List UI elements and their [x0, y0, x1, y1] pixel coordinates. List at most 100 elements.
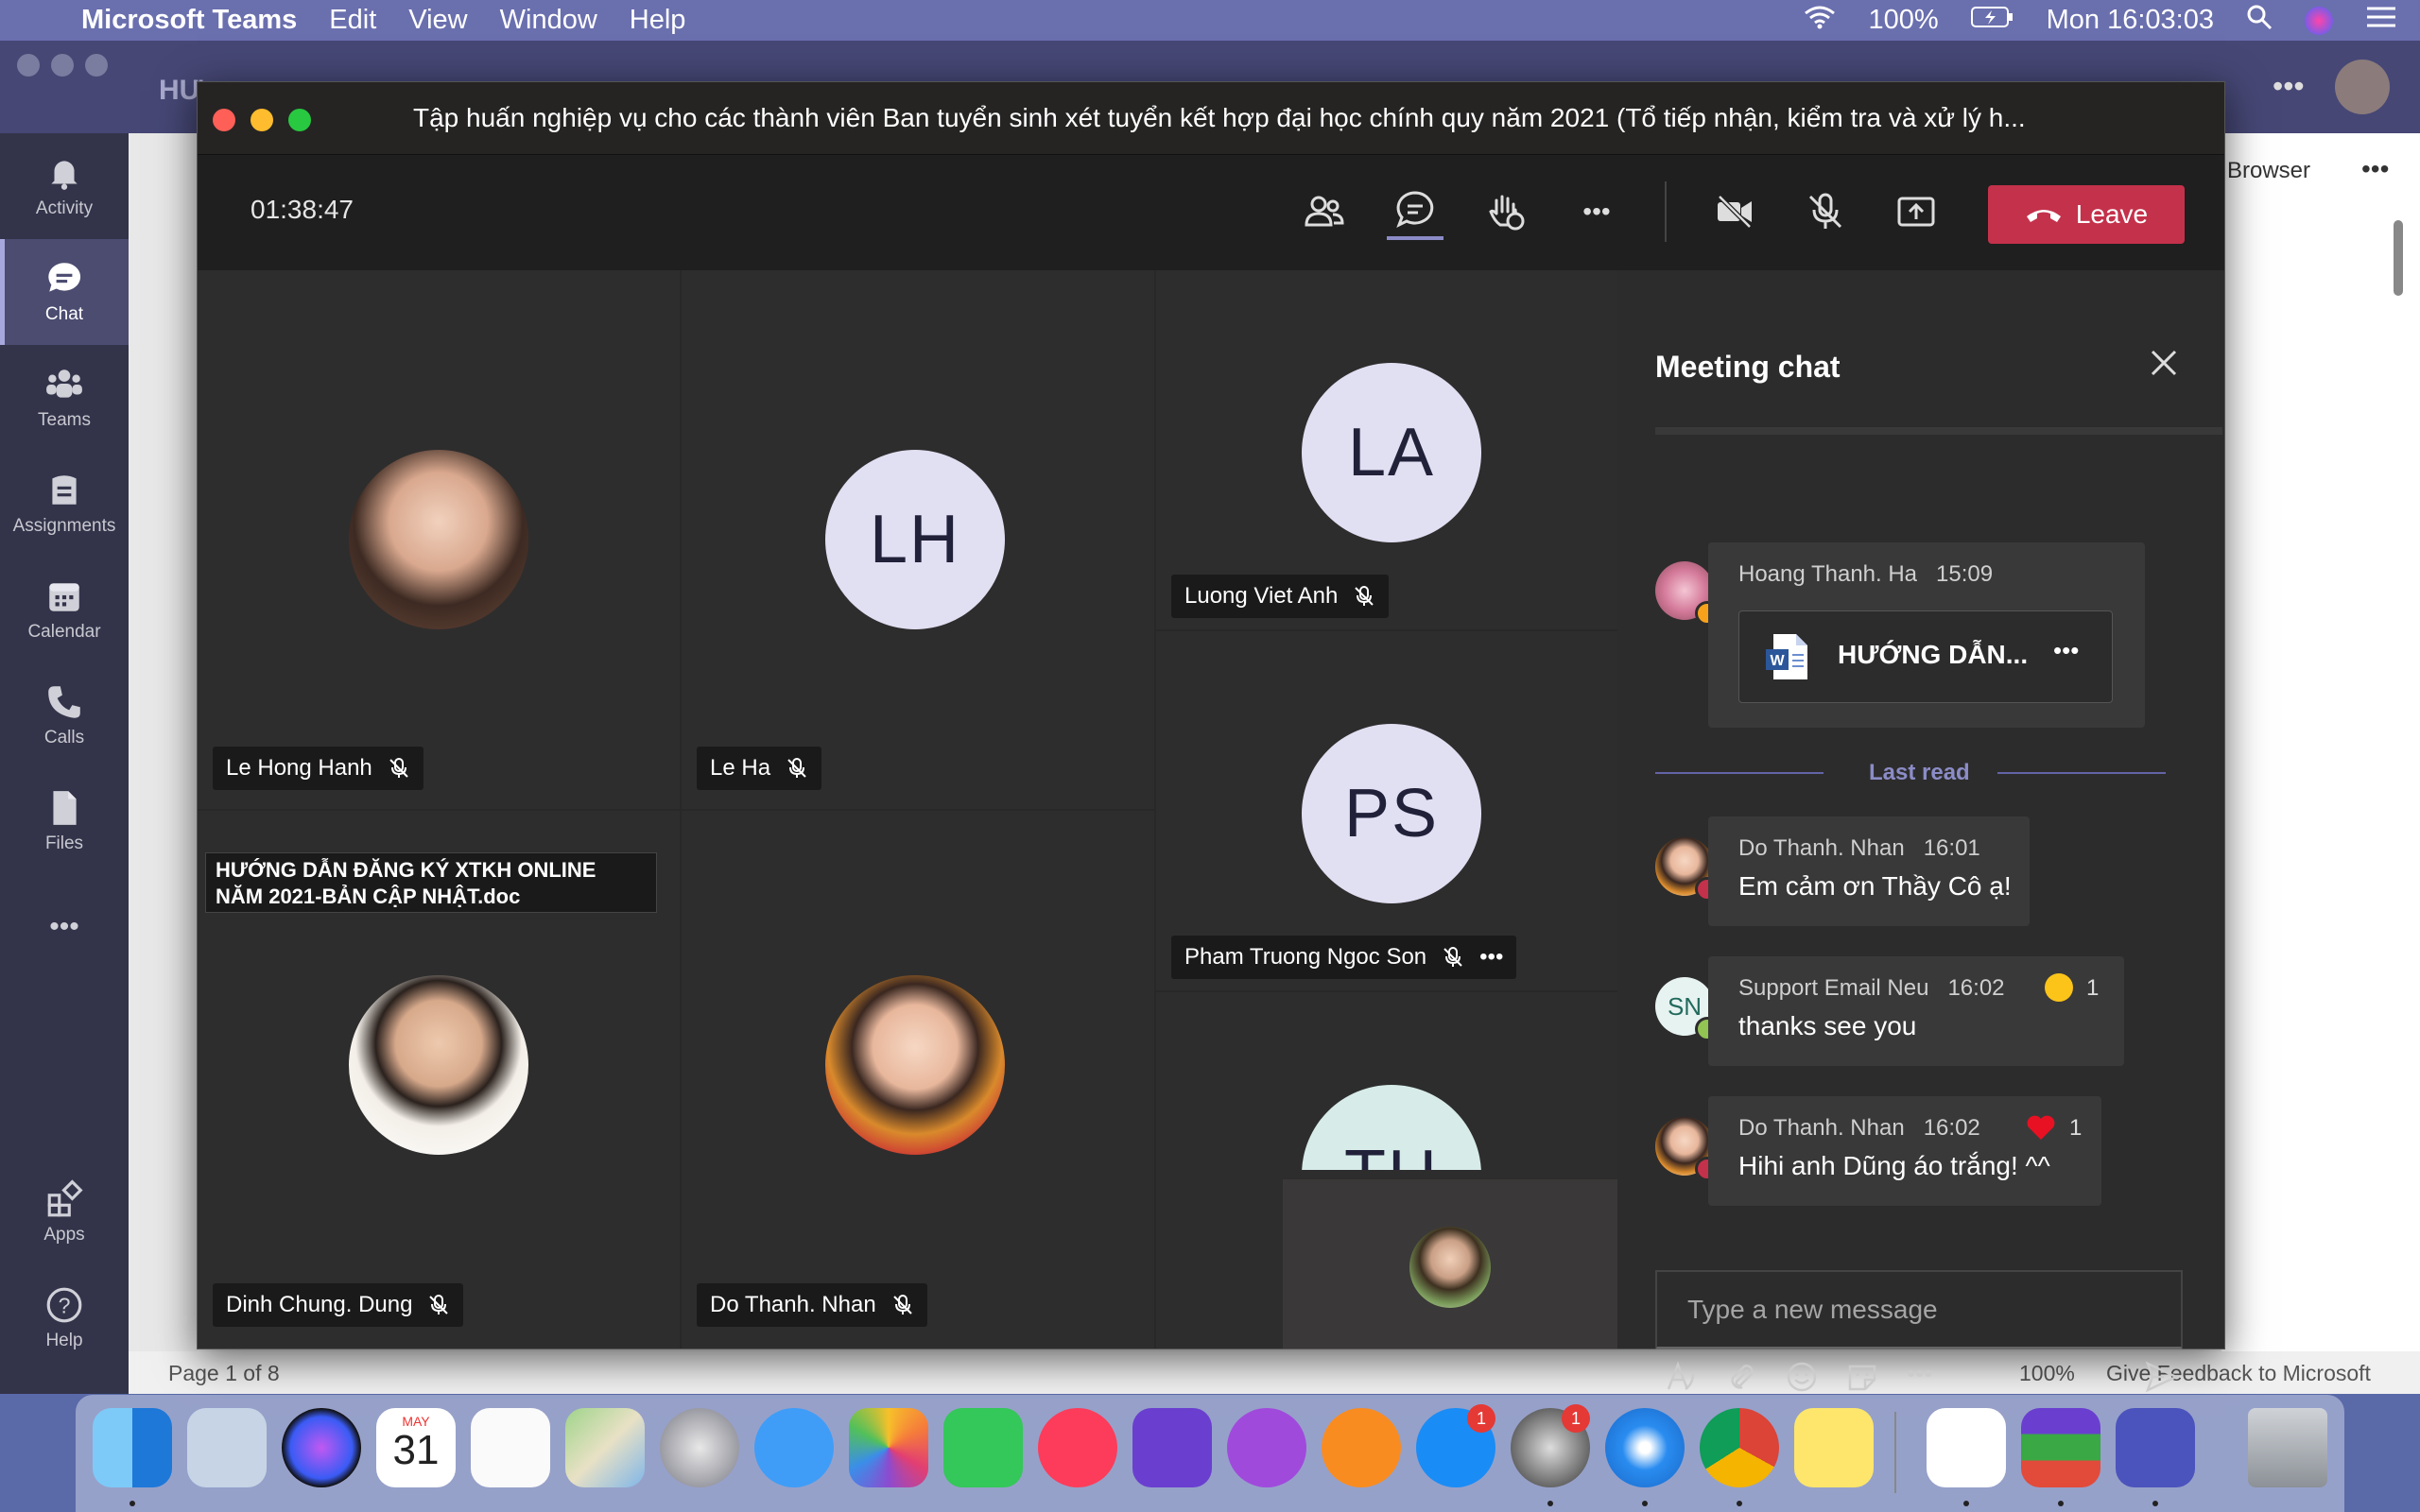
menu-help[interactable]: Help [630, 5, 686, 36]
compose-box[interactable]: Type a new message [1655, 1270, 2183, 1349]
chat-toggle-button[interactable] [1387, 183, 1443, 240]
sticker-icon[interactable] [1846, 1361, 1878, 1393]
rail-item-assignments[interactable]: Assignments [0, 451, 129, 557]
shared-doc-caption[interactable]: HƯỚNG DẪN ĐĂNG KÝ XTKH ONLINE NĂM 2021-B… [205, 852, 657, 913]
chat-message[interactable]: Support Email Neu 16:02 thanks see you 1 [1708, 956, 2124, 1066]
window-close-dot[interactable] [17, 54, 40, 77]
participant-tile[interactable]: HƯỚNG DẪN ĐĂNG KÝ XTKH ONLINE NĂM 2021-B… [198, 811, 680, 1349]
word-icon[interactable] [1927, 1408, 2006, 1487]
participant-tile[interactable]: LA Luong Viet Anh [1156, 270, 1617, 629]
compose-more-icon[interactable]: ••• [1907, 1359, 1932, 1388]
siri-app-icon[interactable] [282, 1408, 361, 1487]
more-actions-button[interactable]: ••• [1568, 183, 1625, 240]
meeting-minimize-dot[interactable] [251, 109, 273, 131]
scrollbar-thumb[interactable] [2394, 220, 2403, 296]
camera-toggle-button[interactable] [1706, 183, 1763, 240]
rail-item-calls[interactable]: Calls [0, 662, 129, 768]
chat-icon [48, 263, 81, 292]
participant-tile[interactable]: Le Hong Hanh [198, 270, 680, 809]
siri-icon[interactable] [2305, 6, 2333, 35]
menu-window[interactable]: Window [500, 5, 597, 36]
menu-view[interactable]: View [408, 5, 467, 36]
rail-item-files[interactable]: Files [0, 768, 129, 874]
rail-item-chat[interactable]: Chat [0, 239, 129, 345]
facetime-icon[interactable] [943, 1408, 1023, 1487]
meeting-close-dot[interactable] [213, 109, 235, 131]
window-zoom-dot[interactable] [85, 54, 108, 77]
chat-title: Meeting chat [1655, 350, 1841, 384]
rail-item-activity[interactable]: Activity [0, 133, 129, 239]
rail-item-calendar[interactable]: Calendar [0, 557, 129, 662]
attach-icon[interactable] [1725, 1361, 1757, 1393]
heart-reaction-icon[interactable] [2026, 1113, 2056, 1142]
notes-icon[interactable] [1794, 1408, 1874, 1487]
messages-icon[interactable] [754, 1408, 834, 1487]
participant-nametag: Luong Viet Anh [1171, 575, 1390, 618]
file-attachment-card[interactable]: W HƯỚNG DẪN... ••• [1738, 610, 2113, 703]
books-icon[interactable] [1322, 1408, 1401, 1487]
music-icon[interactable] [1038, 1408, 1117, 1487]
calendar-app-icon[interactable]: MAY 31 [376, 1408, 456, 1487]
spotlight-search-icon[interactable] [2246, 4, 2273, 38]
chat-message[interactable]: Hoang Thanh. Ha 15:09 W HƯỚNG DẪN... ••• [1708, 542, 2145, 728]
participant-tile[interactable]: TH [1156, 992, 1617, 1349]
chrome-icon[interactable] [1700, 1408, 1779, 1487]
leave-button[interactable]: Leave [1988, 185, 2185, 244]
teams-app-icon[interactable] [2116, 1408, 2195, 1487]
menu-app-name[interactable]: Microsoft Teams [81, 5, 297, 36]
imovie-icon[interactable] [1132, 1408, 1212, 1487]
participant-tile[interactable]: LH Le Ha [682, 270, 1154, 809]
format-icon[interactable] [1665, 1361, 1697, 1393]
message-sender: Support Email Neu 16:02 [1738, 975, 2005, 1001]
doc-more-icon[interactable]: ••• [2361, 154, 2389, 184]
self-view[interactable] [1283, 1179, 1617, 1349]
rail-item-teams[interactable]: Teams [0, 345, 129, 451]
participant-nametag: Dinh Chung. Dung [213, 1283, 464, 1327]
browser-label[interactable]: Browser [2227, 158, 2310, 184]
running-indicator [1963, 1501, 1969, 1506]
participant-more-icon[interactable]: ••• [1479, 944, 1503, 971]
mic-toggle-button[interactable] [1797, 183, 1854, 240]
share-screen-button[interactable] [1888, 183, 1945, 240]
photos-icon[interactable] [849, 1408, 928, 1487]
app-store-badge: 1 [1467, 1404, 1495, 1433]
meeting-zoom-dot[interactable] [288, 109, 311, 131]
file-more-icon[interactable]: ••• [2053, 636, 2079, 665]
chat-header-divider [1655, 427, 2222, 435]
camera-off-icon [1718, 195, 1752, 229]
chat-close-button[interactable] [2149, 348, 2179, 383]
raise-hand-button[interactable] [1478, 183, 1534, 240]
teams-more-icon[interactable]: ••• [2273, 69, 2305, 104]
launchpad-icon[interactable] [660, 1408, 739, 1487]
battery-icon[interactable] [1970, 5, 2014, 36]
rail-item-help[interactable]: ? Help [0, 1265, 129, 1371]
chat-message[interactable]: Do Thanh. Nhan 16:01 Em cảm ơn Thầy Cô ạ… [1708, 816, 2030, 926]
podcasts-icon[interactable] [1227, 1408, 1306, 1487]
rail-item-apps[interactable]: Apps [0, 1160, 129, 1265]
window-minimize-dot[interactable] [51, 54, 74, 77]
trash-icon[interactable] [2248, 1408, 2327, 1487]
maps-icon[interactable] [565, 1408, 645, 1487]
menu-edit[interactable]: Edit [329, 5, 376, 36]
participant-initials: PS [1302, 724, 1481, 903]
user-avatar[interactable] [2335, 60, 2390, 114]
mac-dock: MAY 31 1 1 [76, 1395, 2344, 1512]
menubar-clock[interactable]: Mon 16:03:03 [2047, 5, 2214, 36]
control-center-icon[interactable] [2365, 5, 2397, 37]
participant-tile[interactable]: Do Thanh. Nhan [682, 811, 1154, 1349]
rail-more-button[interactable]: ••• [0, 874, 129, 980]
word-file-icon: W [1766, 634, 1807, 679]
finder-icon[interactable] [93, 1408, 172, 1487]
wifi-icon[interactable] [1804, 5, 1836, 37]
hang-up-icon [2026, 210, 2061, 222]
send-icon[interactable] [2145, 1361, 2179, 1393]
participants-button[interactable] [1296, 183, 1353, 240]
mail-icon[interactable] [187, 1408, 267, 1487]
safari-icon[interactable] [1605, 1408, 1685, 1487]
chat-message[interactable]: Do Thanh. Nhan 16:02 Hihi anh Dũng áo tr… [1708, 1096, 2101, 1206]
emoji-icon[interactable] [1786, 1361, 1818, 1393]
laugh-reaction-icon[interactable] [2045, 973, 2073, 1002]
participant-tile[interactable]: PS Pham Truong Ngoc Son ••• [1156, 631, 1617, 990]
winrar-icon[interactable] [2021, 1408, 2100, 1487]
reminders-icon[interactable] [471, 1408, 550, 1487]
